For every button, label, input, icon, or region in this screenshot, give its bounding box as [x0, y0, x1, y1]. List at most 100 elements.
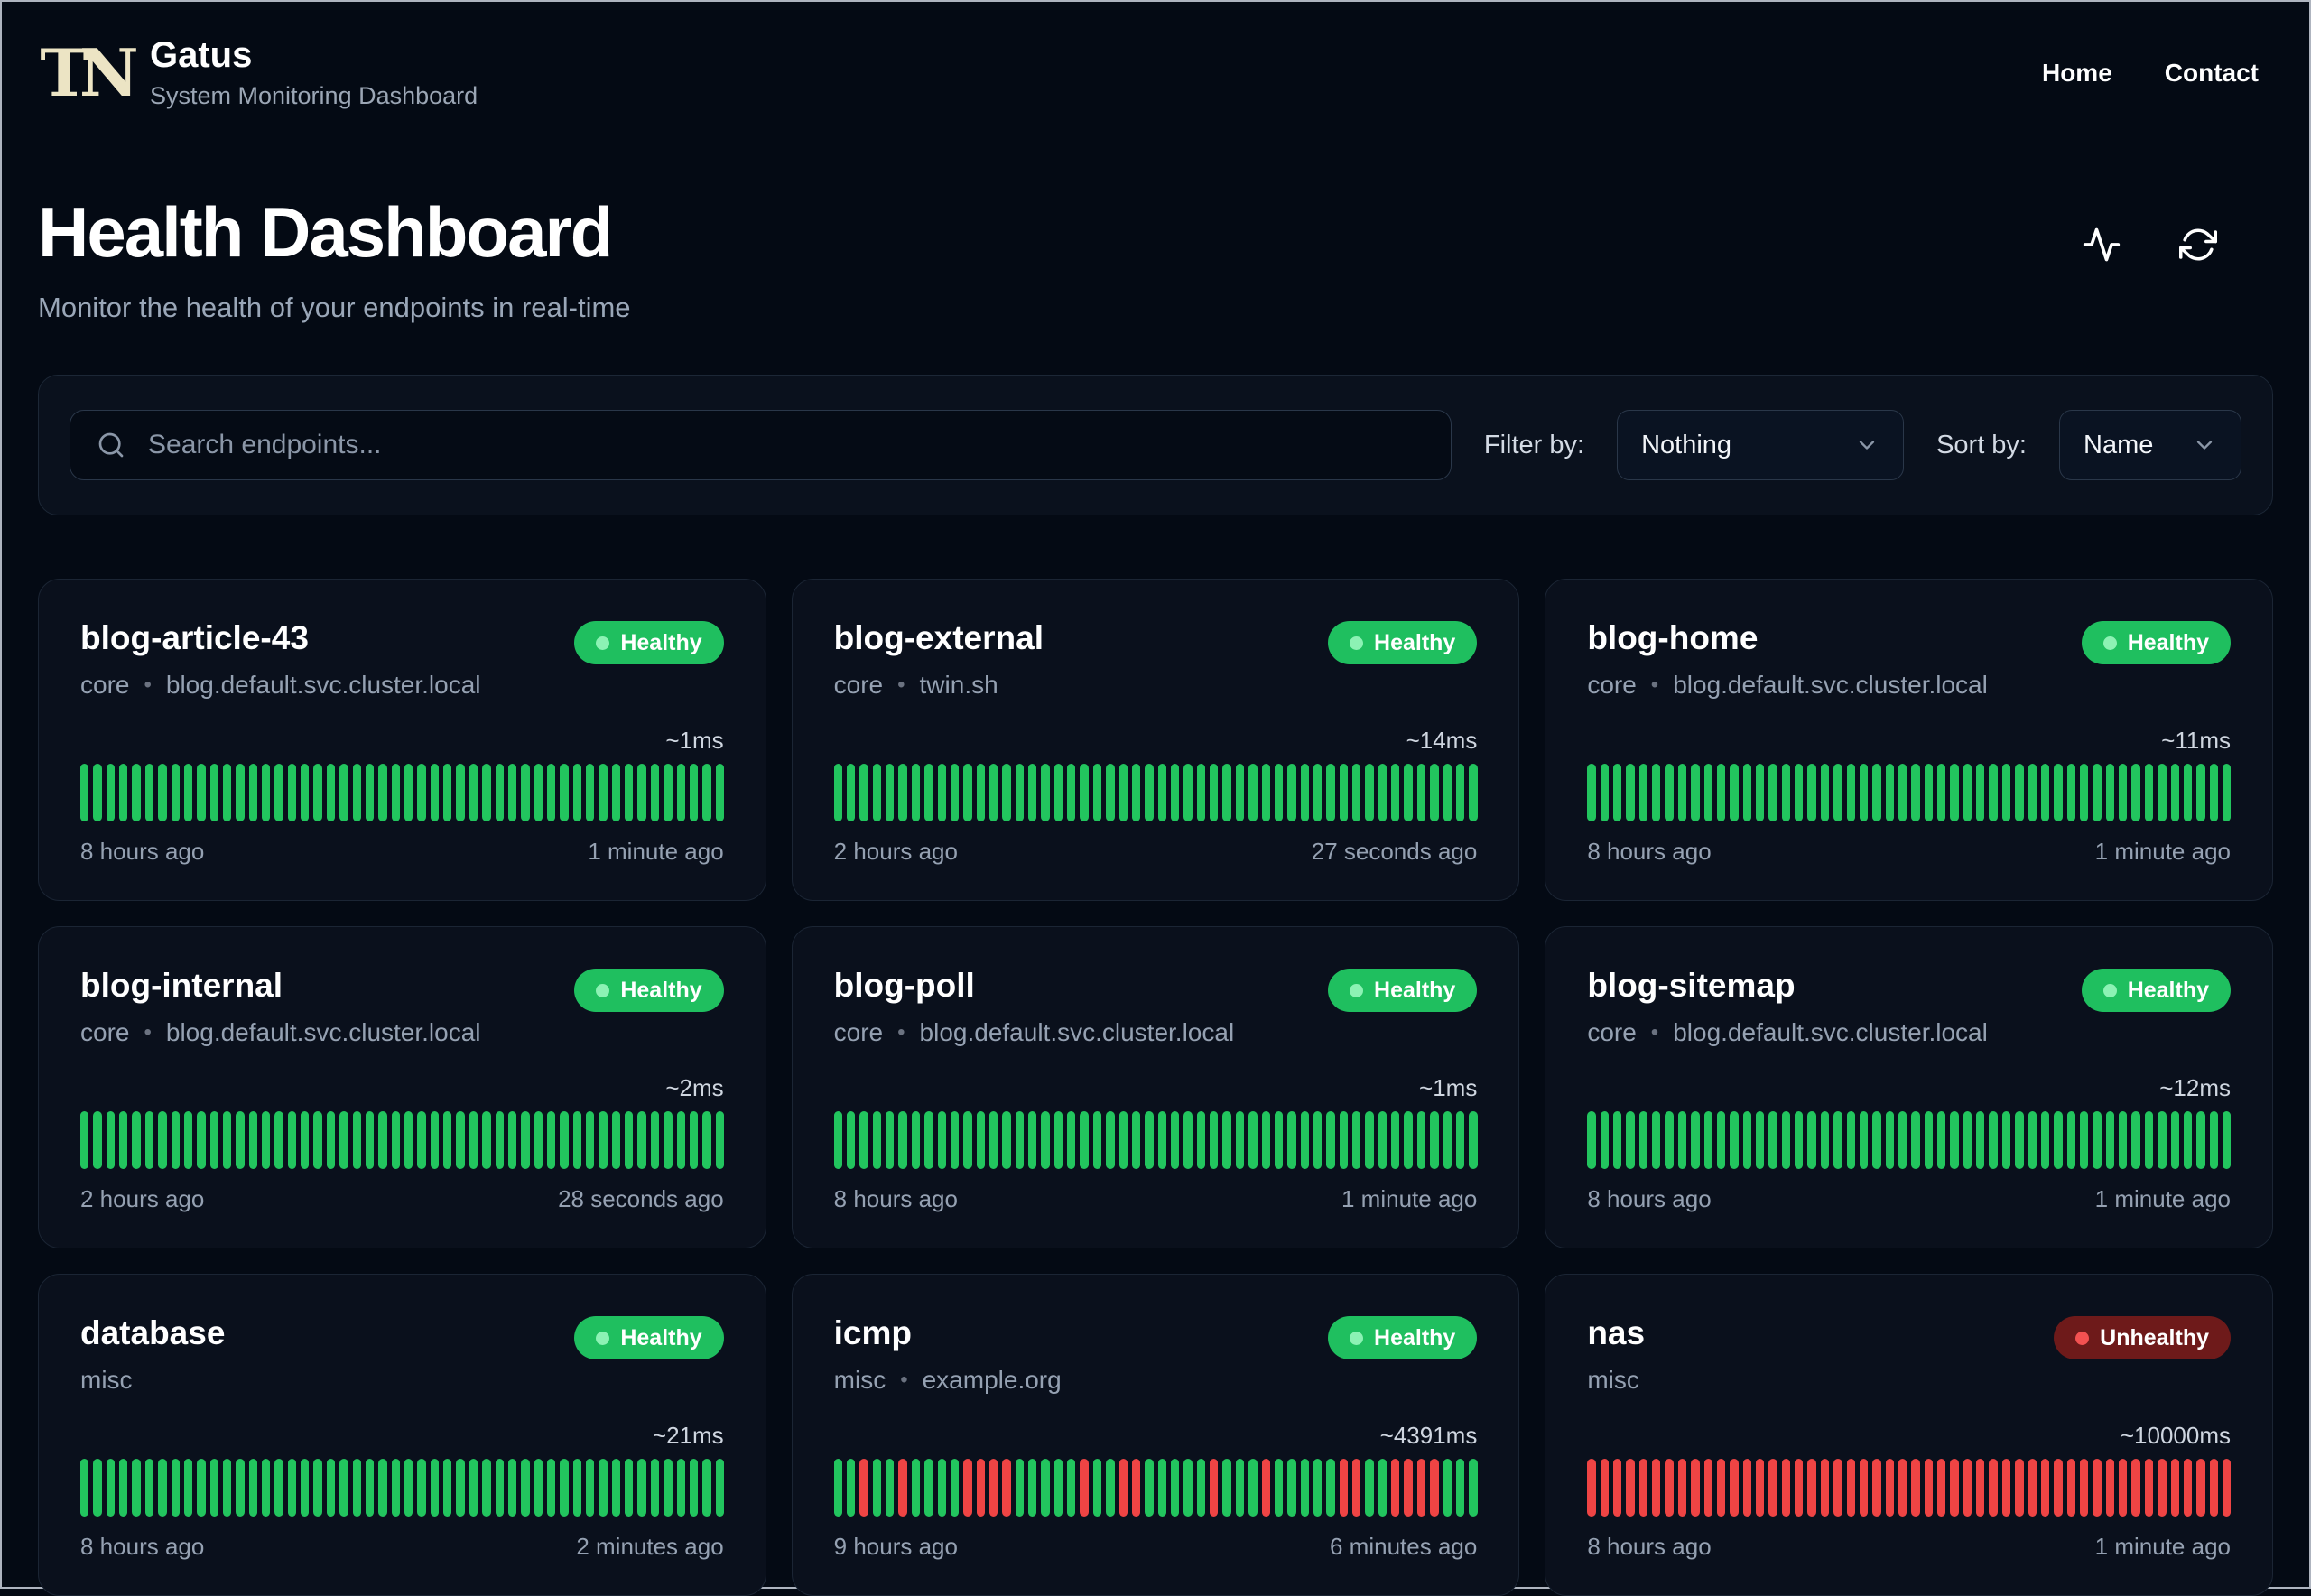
uptime-bar[interactable]: [2209, 764, 2218, 821]
uptime-bar[interactable]: [715, 1111, 724, 1169]
uptime-bar[interactable]: [313, 1111, 322, 1169]
uptime-bar[interactable]: [301, 1459, 310, 1517]
uptime-bar[interactable]: [2001, 1459, 2011, 1517]
uptime-bar[interactable]: [1210, 1111, 1219, 1169]
uptime-bar[interactable]: [1326, 1459, 1335, 1517]
uptime-bar[interactable]: [1963, 1459, 1972, 1517]
uptime-bar[interactable]: [1898, 1459, 1907, 1517]
uptime-bar[interactable]: [365, 1459, 375, 1517]
uptime-bar[interactable]: [469, 764, 478, 821]
uptime-bar[interactable]: [1846, 1111, 1855, 1169]
uptime-bar[interactable]: [1131, 1459, 1141, 1517]
uptime-bar[interactable]: [1768, 1111, 1777, 1169]
uptime-bar[interactable]: [2093, 1111, 2102, 1169]
uptime-bar[interactable]: [859, 764, 868, 821]
sort-select[interactable]: Name: [2059, 410, 2241, 480]
uptime-bar[interactable]: [715, 764, 724, 821]
uptime-bar[interactable]: [625, 764, 634, 821]
endpoint-card[interactable]: blog-article-43 core • blog.default.svc.…: [38, 579, 766, 901]
uptime-bar[interactable]: [950, 1459, 960, 1517]
uptime-bar[interactable]: [1976, 1111, 1985, 1169]
uptime-bar[interactable]: [1274, 764, 1284, 821]
uptime-bar[interactable]: [2196, 1459, 2205, 1517]
uptime-bar[interactable]: [1365, 764, 1374, 821]
uptime-bar[interactable]: [676, 764, 685, 821]
uptime-bar[interactable]: [1469, 1459, 1478, 1517]
uptime-bar[interactable]: [886, 764, 895, 821]
uptime-bar[interactable]: [1937, 1459, 1946, 1517]
uptime-bar[interactable]: [1652, 1111, 1661, 1169]
uptime-bar[interactable]: [1795, 1111, 1804, 1169]
uptime-bar[interactable]: [1352, 1111, 1361, 1169]
uptime-bar[interactable]: [262, 1459, 271, 1517]
uptime-bar[interactable]: [1183, 1111, 1193, 1169]
uptime-bar[interactable]: [2131, 1111, 2140, 1169]
uptime-bar[interactable]: [1703, 1111, 1712, 1169]
uptime-bar[interactable]: [2170, 1459, 2179, 1517]
uptime-bar[interactable]: [1665, 1111, 1674, 1169]
uptime-bar[interactable]: [1626, 1111, 1635, 1169]
uptime-bar[interactable]: [404, 1111, 413, 1169]
uptime-bar[interactable]: [274, 764, 283, 821]
uptime-bar[interactable]: [1106, 764, 1115, 821]
uptime-bar[interactable]: [872, 1459, 882, 1517]
uptime-bar[interactable]: [1248, 1459, 1258, 1517]
uptime-bar[interactable]: [326, 764, 336, 821]
endpoint-card[interactable]: blog-poll core • blog.default.svc.cluste…: [791, 926, 1520, 1248]
uptime-bar[interactable]: [1131, 1111, 1141, 1169]
uptime-bar[interactable]: [1080, 764, 1089, 821]
uptime-bar[interactable]: [197, 1111, 206, 1169]
uptime-bar[interactable]: [2015, 1111, 2024, 1169]
uptime-bar[interactable]: [963, 1459, 972, 1517]
uptime-bar[interactable]: [950, 1111, 960, 1169]
endpoint-card[interactable]: blog-internal core • blog.default.svc.cl…: [38, 926, 766, 1248]
uptime-bar[interactable]: [560, 764, 569, 821]
uptime-bar[interactable]: [209, 1459, 218, 1517]
uptime-bar[interactable]: [911, 764, 921, 821]
uptime-bar[interactable]: [1145, 764, 1154, 821]
uptime-bar[interactable]: [1235, 764, 1245, 821]
uptime-bar[interactable]: [1028, 1111, 1037, 1169]
uptime-bar[interactable]: [963, 1111, 972, 1169]
uptime-bar[interactable]: [378, 764, 387, 821]
uptime-bar[interactable]: [144, 1111, 154, 1169]
uptime-bar[interactable]: [1742, 764, 1751, 821]
uptime-bar[interactable]: [287, 1111, 297, 1169]
uptime-bar[interactable]: [1261, 1111, 1270, 1169]
uptime-bar[interactable]: [1455, 1459, 1465, 1517]
uptime-bar[interactable]: [702, 1111, 711, 1169]
uptime-bar[interactable]: [924, 1459, 933, 1517]
uptime-bar[interactable]: [2209, 1111, 2218, 1169]
uptime-bar[interactable]: [326, 1459, 336, 1517]
uptime-bar[interactable]: [988, 1111, 998, 1169]
uptime-bar[interactable]: [911, 1459, 921, 1517]
uptime-bar[interactable]: [482, 1459, 491, 1517]
uptime-bar[interactable]: [1638, 1111, 1648, 1169]
uptime-bar[interactable]: [1469, 764, 1478, 821]
uptime-bar[interactable]: [1002, 1111, 1011, 1169]
uptime-bar[interactable]: [1677, 1111, 1687, 1169]
uptime-bar[interactable]: [1976, 764, 1985, 821]
uptime-bar[interactable]: [1352, 1459, 1361, 1517]
uptime-bar[interactable]: [1781, 1459, 1791, 1517]
uptime-bar[interactable]: [650, 764, 660, 821]
uptime-bar[interactable]: [158, 1459, 167, 1517]
uptime-bar[interactable]: [2105, 1459, 2115, 1517]
uptime-bar[interactable]: [482, 764, 491, 821]
uptime-bar[interactable]: [1118, 1459, 1128, 1517]
uptime-bar[interactable]: [1183, 764, 1193, 821]
endpoint-card[interactable]: nas misc Unhealthy ~10000ms 8 hours ago …: [1545, 1274, 2273, 1596]
uptime-bar[interactable]: [611, 1459, 621, 1517]
uptime-bar[interactable]: [572, 764, 582, 821]
uptime-bar[interactable]: [1885, 764, 1894, 821]
uptime-bar[interactable]: [132, 1459, 141, 1517]
uptime-bar[interactable]: [1872, 1459, 1881, 1517]
uptime-bar[interactable]: [2079, 1459, 2089, 1517]
uptime-bar[interactable]: [106, 764, 116, 821]
uptime-bar[interactable]: [1950, 1459, 1959, 1517]
uptime-bar[interactable]: [1067, 764, 1076, 821]
uptime-bar[interactable]: [197, 1459, 206, 1517]
uptime-bar[interactable]: [222, 764, 232, 821]
uptime-bar[interactable]: [1691, 1111, 1700, 1169]
uptime-bar[interactable]: [1080, 1459, 1089, 1517]
